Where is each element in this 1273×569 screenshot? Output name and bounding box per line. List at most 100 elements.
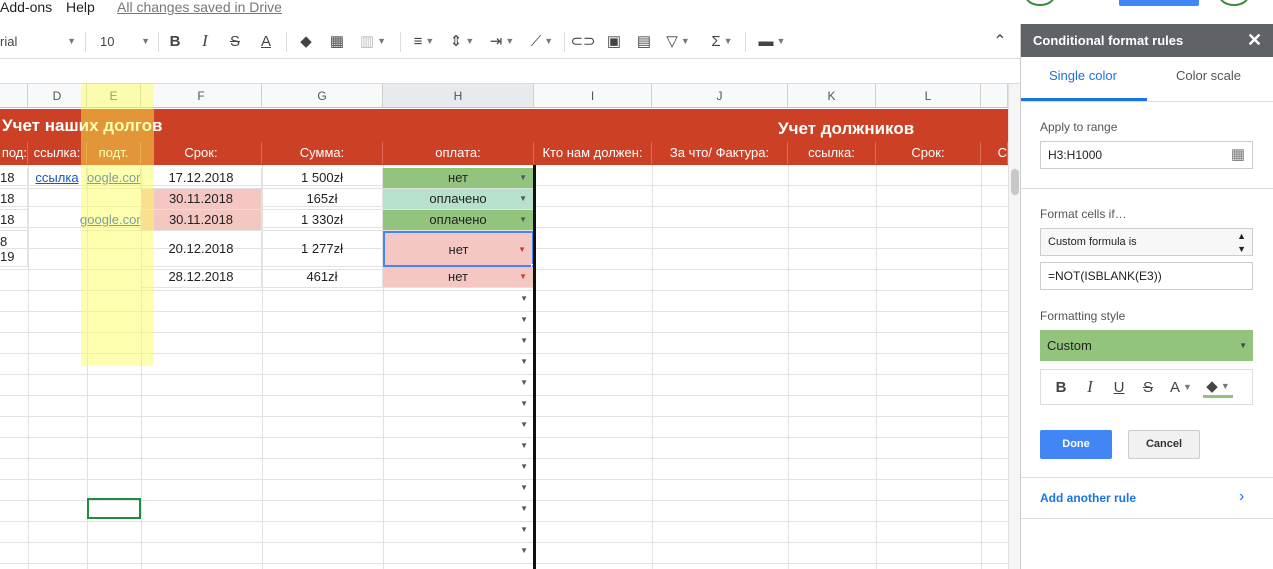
scroll-thumb[interactable] <box>1011 169 1019 195</box>
formula-input[interactable]: =NOT(ISBLANK(E3)) <box>1040 262 1253 290</box>
date-cell[interactable]: 30.11.2018 <box>141 210 262 231</box>
amount-cell[interactable]: 165zł <box>262 189 383 210</box>
status-dropdown[interactable]: оплачено ▼ <box>383 210 534 231</box>
menu-help[interactable]: Help <box>66 0 95 15</box>
date-cell[interactable]: 20.12.2018 <box>141 231 262 267</box>
dropdown-arrows: ▼ ▼ ▼ ▼ ▼ ▼ ▼ ▼ ▼ ▼ ▼ ▼ ▼ <box>520 294 528 555</box>
done-button[interactable]: Done <box>1040 430 1112 459</box>
format-toolbar: B I U S A ▼ ◆ ▼ <box>1040 369 1253 405</box>
table-cell[interactable]: 18 <box>0 168 28 189</box>
link-cell[interactable]: ссылка <box>28 168 87 189</box>
save-status[interactable]: All changes saved in Drive <box>117 0 282 15</box>
underline-icon[interactable]: U <box>1108 376 1130 398</box>
link-icon[interactable]: ⊂⊃ <box>570 30 595 52</box>
header-cell[interactable]: оплата: <box>383 142 534 164</box>
amount-cell[interactable]: 1 500zł <box>262 168 383 189</box>
chart-icon[interactable]: ▤ <box>634 30 654 52</box>
sheet-divider <box>533 165 536 569</box>
header-cell[interactable]: Кто нам должен: <box>534 142 652 164</box>
header-cell[interactable]: Сумма: <box>262 142 383 164</box>
text-rotate-icon[interactable]: ⟋ ▼ <box>526 30 558 52</box>
header-cell[interactable]: За что/ Фактура: <box>652 142 788 164</box>
merge-cells-icon[interactable]: ▥ ▼ <box>358 30 388 52</box>
text-color-icon[interactable]: A ▼ <box>1166 376 1196 398</box>
header-cell[interactable]: ссылка: <box>28 142 87 164</box>
scrollbar[interactable] <box>1008 84 1020 569</box>
column-header-j[interactable]: J <box>652 84 788 108</box>
italic-icon[interactable]: I <box>1079 376 1101 398</box>
dropdown-arrow-icon: ▼ <box>519 215 527 224</box>
column-header-f[interactable]: F <box>141 84 262 108</box>
fill-color-icon[interactable]: ◆ ▼ <box>1203 376 1233 398</box>
header-cell[interactable]: Срок: <box>876 142 981 164</box>
tab-single-color[interactable]: Single color <box>1049 68 1117 83</box>
cancel-button[interactable]: Cancel <box>1128 430 1200 459</box>
collapse-toolbar-icon[interactable]: ⌃ <box>990 30 1010 52</box>
grid-select-icon[interactable]: ▦ <box>1231 142 1245 168</box>
divider <box>286 32 287 52</box>
status-dropdown[interactable]: нет ▼ <box>383 267 534 288</box>
dropdown-arrow-icon: ▼ <box>518 245 526 254</box>
amount-cell[interactable]: 1 330zł <box>262 210 383 231</box>
tab-divider <box>1021 101 1273 102</box>
column-header-k[interactable]: K <box>788 84 876 108</box>
bold-icon[interactable]: B <box>166 30 184 52</box>
amount-cell[interactable]: 461zł <box>262 267 383 288</box>
strikethrough-icon[interactable]: S <box>1137 376 1159 398</box>
column-header-d[interactable]: D <box>28 84 87 108</box>
align-icon[interactable]: ≡ ▼ <box>408 30 440 52</box>
column-header-l[interactable]: L <box>876 84 981 108</box>
strikethrough-icon[interactable]: S <box>226 30 244 52</box>
header-cell[interactable]: С <box>981 142 1008 164</box>
column-header-m[interactable] <box>981 84 1008 108</box>
input-tools-icon[interactable]: ▬ ▼ <box>754 30 790 52</box>
table-cell[interactable]: 18 <box>0 210 28 231</box>
header-cell[interactable]: под: <box>0 142 28 164</box>
status-dropdown[interactable]: нет ▼ <box>383 231 534 267</box>
bold-icon[interactable]: B <box>1050 376 1072 398</box>
table-cell[interactable]: 8 19 <box>0 231 28 267</box>
font-family-select[interactable]: rial ▼ <box>0 30 76 52</box>
filter-icon[interactable]: ▽ ▼ <box>662 30 694 52</box>
avatar[interactable] <box>1219 0 1249 6</box>
text-color-icon[interactable]: A <box>256 30 276 52</box>
column-header-h[interactable]: H <box>383 84 534 108</box>
account-area <box>1025 0 1273 8</box>
style-select[interactable]: Custom ▼ <box>1040 330 1253 361</box>
selected-cell[interactable] <box>87 498 141 519</box>
apply-range-label: Apply to range <box>1040 120 1118 134</box>
toolbar: rial ▼ 10 ▼ B I S A ◆ ▦ ▥ ▼ ≡ ▼ ⇕ ▼ ⇥ ▼ ⟋ ▼ ⊂⊃ … <box>0 24 1020 59</box>
menu-addons[interactable]: Add-ons <box>0 0 52 15</box>
close-icon[interactable]: ✕ <box>1247 30 1262 51</box>
column-header-c[interactable] <box>0 84 28 108</box>
borders-icon[interactable]: ▦ <box>328 30 346 52</box>
comment-icon[interactable]: ▣ <box>604 30 624 52</box>
range-input[interactable]: H3:H1000 ▦ <box>1040 141 1253 169</box>
functions-icon[interactable]: Σ ▼ <box>706 30 738 52</box>
chevron-right-icon[interactable]: › <box>1239 488 1244 506</box>
share-button[interactable] <box>1119 0 1199 6</box>
dropdown-arrow-icon: ▼ <box>519 272 527 281</box>
date-cell[interactable]: 28.12.2018 <box>141 267 262 288</box>
column-header-i[interactable]: I <box>534 84 652 108</box>
condition-select[interactable]: Custom formula is ▲ ▼ <box>1040 228 1253 256</box>
chevron-down-icon: ▼ <box>67 36 76 46</box>
amount-cell[interactable]: 1 277zł <box>262 231 383 267</box>
text-wrap-icon[interactable]: ⇥ ▼ <box>486 30 518 52</box>
status-dropdown[interactable]: нет ▼ <box>383 168 534 189</box>
fill-color-icon[interactable]: ◆ <box>296 30 316 52</box>
column-header-g[interactable]: G <box>262 84 383 108</box>
tab-color-scale[interactable]: Color scale <box>1176 68 1241 83</box>
status-dropdown[interactable]: оплачено ▼ <box>383 189 534 210</box>
header-cell[interactable]: ссылка: <box>788 142 876 164</box>
date-cell[interactable]: 30.11.2018 <box>141 189 262 210</box>
vertical-align-icon[interactable]: ⇕ ▼ <box>448 30 476 52</box>
italic-icon[interactable]: I <box>196 30 214 52</box>
chevron-down-icon: ▼ <box>1239 341 1247 350</box>
font-size-select[interactable]: 10 ▼ <box>100 30 150 52</box>
table-cell[interactable]: 18 <box>0 189 28 210</box>
header-cell[interactable]: Срок: <box>141 142 262 164</box>
date-cell[interactable]: 17.12.2018 <box>141 168 262 189</box>
formula-bar[interactable] <box>0 60 1020 84</box>
add-rule-link[interactable]: Add another rule <box>1040 491 1136 505</box>
